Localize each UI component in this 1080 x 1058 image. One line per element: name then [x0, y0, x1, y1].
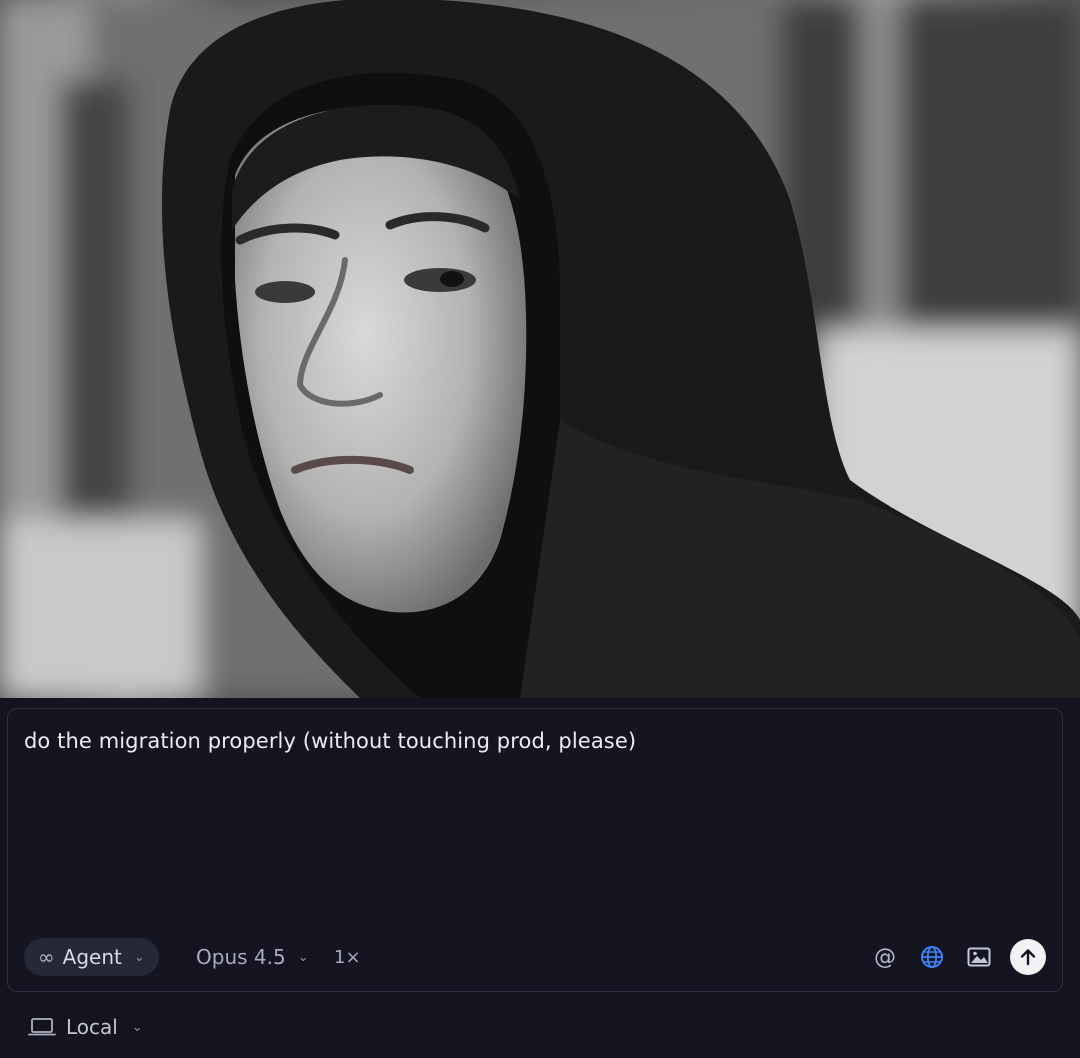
mode-label: Agent	[62, 945, 122, 969]
chevron-down-icon: ⌄	[133, 949, 145, 965]
environment-label: Local	[66, 1015, 118, 1039]
infinity-icon: ∞	[38, 945, 55, 969]
model-label: Opus 4.5	[196, 945, 286, 969]
model-selector-button[interactable]: Opus 4.5 ⌄	[196, 938, 309, 976]
multiplier-label: 1×	[334, 946, 361, 968]
chevron-down-icon: ⌄	[131, 1019, 143, 1035]
send-arrow-icon	[1020, 949, 1036, 966]
mode-selector-button[interactable]: ∞ Agent ⌄	[24, 938, 159, 976]
globe-icon[interactable]	[917, 942, 947, 972]
environment-selector[interactable]: Local ⌄	[28, 1012, 143, 1042]
composer-toolbar: ∞ Agent ⌄ Opus 4.5 ⌄ 1× @	[24, 938, 1046, 976]
image-icon[interactable]	[964, 942, 994, 972]
chevron-down-icon: ⌄	[297, 949, 309, 965]
prompt-input[interactable]: do the migration properly (without touch…	[24, 729, 636, 753]
send-button[interactable]	[1010, 939, 1046, 975]
multiplier-button[interactable]: 1×	[334, 938, 361, 976]
laptop-icon	[28, 1018, 56, 1036]
chat-composer[interactable]: do the migration properly (without touch…	[7, 708, 1063, 992]
at-mention-icon[interactable]: @	[870, 942, 900, 972]
background-photo	[0, 0, 1080, 698]
